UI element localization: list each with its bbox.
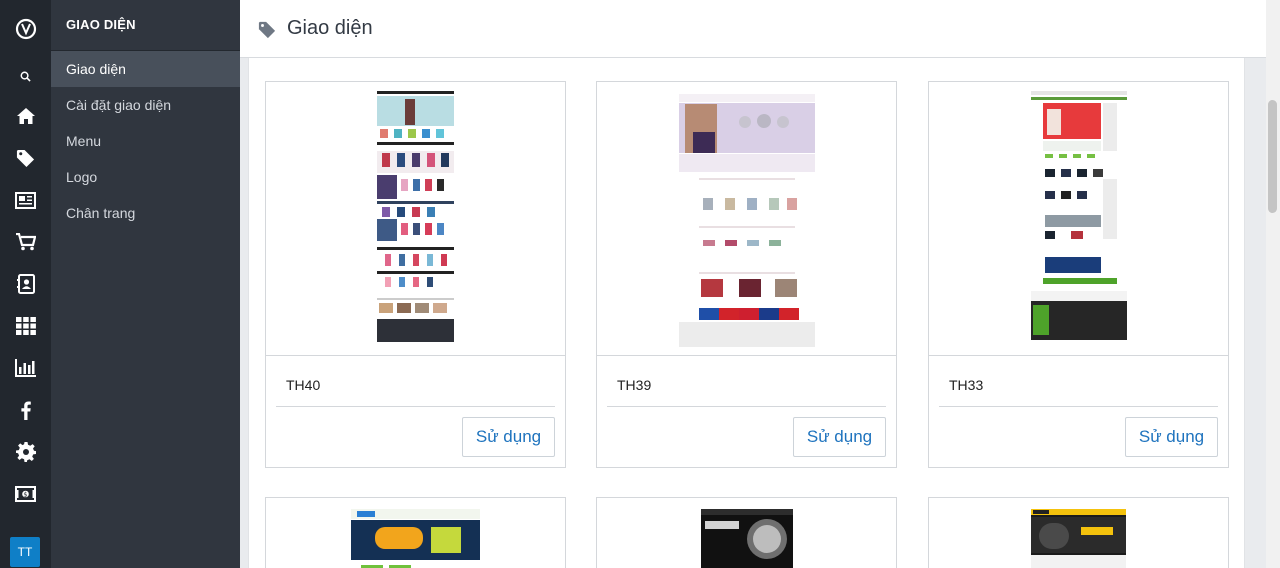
facebook-icon[interactable] bbox=[0, 392, 51, 428]
newspaper-icon[interactable] bbox=[0, 182, 51, 218]
avatar[interactable]: TT bbox=[10, 537, 40, 567]
apps-icon[interactable] bbox=[0, 308, 51, 344]
search-icon[interactable] bbox=[0, 58, 51, 94]
theme-name: TH39 bbox=[617, 377, 652, 393]
sidebar-item-label: Chân trang bbox=[66, 205, 136, 221]
sidebar-item-cai-dat-giao-dien[interactable]: Cài đặt giao diện bbox=[51, 87, 240, 123]
divider bbox=[939, 406, 1218, 407]
scrollbar-thumb[interactable] bbox=[1268, 100, 1277, 213]
theme-thumbnail[interactable] bbox=[929, 498, 1228, 568]
sub-sidebar: GIAO DIỆN Giao diện Cài đặt giao diện Me… bbox=[51, 0, 240, 568]
sidebar-item-label: Logo bbox=[66, 169, 98, 185]
theme-card: TH40 Sử dụng bbox=[265, 81, 566, 468]
sidebar-item-giao-dien[interactable]: Giao diện bbox=[51, 51, 240, 87]
sidebar-item-chan-trang[interactable]: Chân trang bbox=[51, 195, 240, 231]
tag-icon[interactable] bbox=[0, 140, 51, 176]
icon-rail: $ TT bbox=[0, 0, 51, 568]
theme-thumbnail[interactable] bbox=[597, 498, 896, 568]
logo-icon[interactable] bbox=[0, 11, 51, 47]
theme-card bbox=[596, 497, 897, 568]
page-title: Giao diện bbox=[287, 17, 373, 39]
theme-card: TH33 Sử dụng bbox=[928, 81, 1229, 468]
sidebar-item-label: Cài đặt giao diện bbox=[66, 97, 172, 113]
sidebar-item-logo[interactable]: Logo bbox=[51, 159, 240, 195]
theme-thumbnail[interactable] bbox=[597, 82, 896, 356]
sidebar-item-label: Menu bbox=[66, 133, 102, 149]
themes-panel: TH40 Sử dụng TH39 Sử dụng TH33 Sử dụng bbox=[248, 58, 1245, 568]
theme-name: TH33 bbox=[949, 377, 984, 393]
sidebar-title: GIAO DIỆN bbox=[66, 17, 136, 32]
settings-icon[interactable] bbox=[0, 434, 51, 470]
divider bbox=[276, 406, 555, 407]
svg-text:$: $ bbox=[23, 491, 27, 499]
theme-card bbox=[928, 497, 1229, 568]
contacts-icon[interactable] bbox=[0, 266, 51, 302]
sidebar-item-menu[interactable]: Menu bbox=[51, 123, 240, 159]
use-theme-button[interactable]: Sử dụng bbox=[793, 417, 886, 457]
tag-icon bbox=[258, 21, 276, 44]
scrollbar-track[interactable] bbox=[1266, 0, 1280, 568]
theme-card: TH39 Sử dụng bbox=[596, 81, 897, 468]
theme-name: TH40 bbox=[286, 377, 321, 393]
use-theme-button[interactable]: Sử dụng bbox=[462, 417, 555, 457]
divider bbox=[607, 406, 886, 407]
cart-icon[interactable] bbox=[0, 224, 51, 260]
theme-card bbox=[265, 497, 566, 568]
money-icon[interactable]: $ bbox=[0, 476, 51, 512]
theme-thumbnail[interactable] bbox=[929, 82, 1228, 356]
theme-thumbnail[interactable] bbox=[266, 82, 565, 356]
chart-icon[interactable] bbox=[0, 350, 51, 386]
page-header: Giao diện bbox=[240, 0, 1266, 58]
sidebar-item-label: Giao diện bbox=[66, 61, 126, 77]
theme-thumbnail[interactable] bbox=[266, 498, 565, 568]
use-theme-button[interactable]: Sử dụng bbox=[1125, 417, 1218, 457]
home-icon[interactable] bbox=[0, 98, 51, 134]
